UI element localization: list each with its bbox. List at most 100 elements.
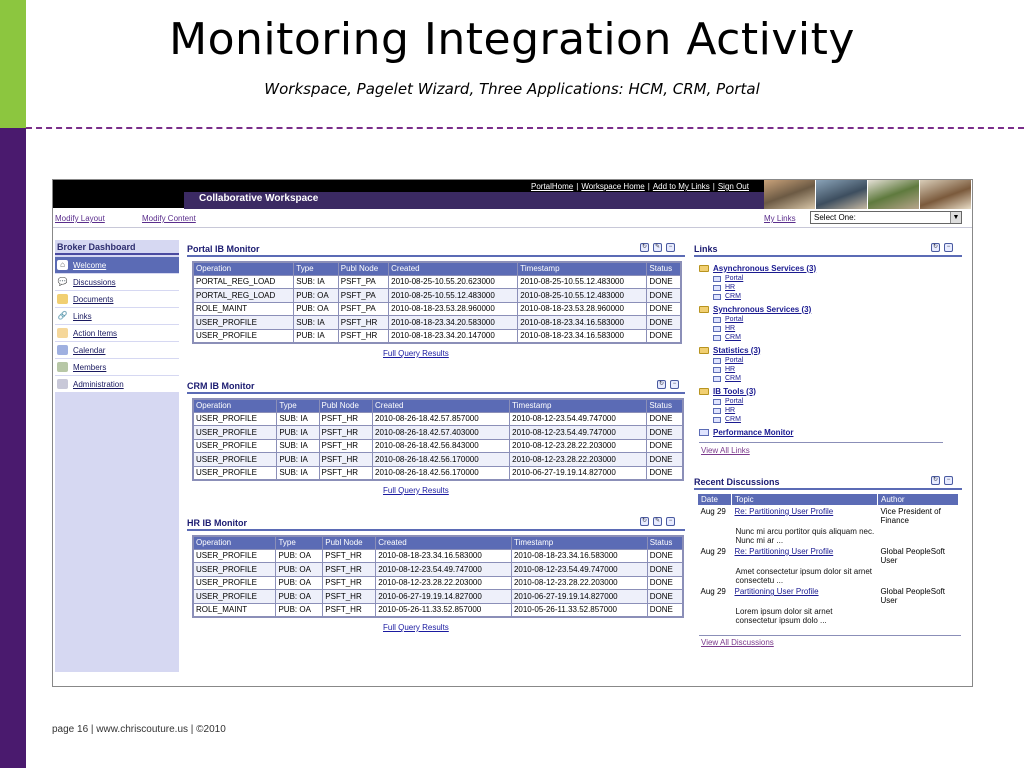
sidebar-item-discussions[interactable]: 💬 Discussions	[55, 274, 179, 291]
edit-icon[interactable]: ✎	[653, 517, 662, 526]
link-item[interactable]: Portal	[699, 356, 959, 365]
col-timestamp: Timestamp	[509, 398, 648, 413]
hr-ib-monitor-title: HR IB Monitor	[187, 518, 247, 528]
cell-created: 2010-05-26-11.33.52.857000	[375, 602, 512, 617]
refresh-icon[interactable]: ↻	[657, 380, 666, 389]
sidebar-item-members[interactable]: Members	[55, 359, 179, 376]
table-row: USER_PROFILE SUB: IA PSFT_HR 2010-08-26-18.…	[192, 465, 684, 480]
table-row: USER_PROFILE SUB: IA PSFT_HR 2010-08-26-18.…	[192, 438, 684, 453]
crm-full-query-link[interactable]: Full Query Results	[383, 486, 449, 495]
view-all-links[interactable]: View All Links	[701, 446, 750, 455]
minimize-icon[interactable]: −	[944, 476, 953, 485]
page-icon	[713, 398, 721, 405]
discussions-table: Date Topic Author Aug 29 Re: Partitionin…	[697, 493, 959, 626]
link-item[interactable]: Portal	[699, 397, 959, 406]
links-group-statistics[interactable]: Statistics (3)	[699, 344, 959, 356]
workspace-home-link[interactable]: Workspace Home	[581, 182, 644, 191]
cell-created: 2010-08-12-23.54.49.747000	[375, 562, 512, 577]
modify-content-link[interactable]: Modify Content	[142, 214, 196, 223]
cell-operation: ROLE_MAINT	[192, 602, 277, 617]
cell-timestamp: 2010-08-25-10.55.12.483000	[517, 288, 648, 303]
minimize-icon[interactable]: −	[670, 380, 679, 389]
my-links-select[interactable]: Select One: ▼	[810, 211, 962, 224]
minimize-icon[interactable]: −	[666, 517, 675, 526]
refresh-icon[interactable]: ↻	[931, 476, 940, 485]
discussion-topic-link[interactable]: Re: Partitioning User Profile	[732, 546, 878, 566]
portal-home-link[interactable]: PortalHome	[531, 182, 573, 191]
link-item[interactable]: CRM	[699, 415, 959, 424]
refresh-icon[interactable]: ↻	[640, 517, 649, 526]
add-to-my-links-link[interactable]: Add to My Links	[653, 182, 710, 191]
chevron-down-icon[interactable]: ▼	[950, 212, 961, 223]
my-links-link[interactable]: My Links	[764, 214, 796, 223]
col-publ-node: Publ Node	[318, 398, 374, 413]
view-all-discussions[interactable]: View All Discussions	[701, 638, 774, 647]
link-item[interactable]: HR	[699, 283, 959, 292]
links-group-label: IB Tools (3)	[713, 386, 756, 396]
cell-publ-node: PSFT_PA	[337, 301, 390, 316]
discussion-topic-link[interactable]: Re: Partitioning User Profile	[732, 506, 878, 527]
folder-icon	[699, 305, 709, 313]
discussions-pagelet-actions: ↻ −	[931, 476, 953, 485]
col-operation: Operation	[192, 535, 277, 550]
discussion-row: Aug 29 Re: Partitioning User Profile Glo…	[698, 546, 959, 566]
refresh-icon[interactable]: ↻	[931, 243, 940, 252]
sign-out-link[interactable]: Sign Out	[718, 182, 749, 191]
refresh-icon[interactable]: ↻	[640, 243, 649, 252]
cell-status: DONE	[646, 328, 682, 343]
links-group-ib-tools[interactable]: IB Tools (3)	[699, 385, 959, 397]
sidebar-item-label: Documents	[73, 294, 114, 304]
cell-created: 2010-08-18-23.53.28.960000	[388, 301, 519, 316]
table-row: USER_PROFILE SUB: IA PSFT_HR 2010-08-26-18.…	[192, 411, 684, 426]
header-photo	[816, 180, 868, 209]
pagelet-rule	[694, 488, 962, 490]
discussion-topic-link[interactable]: Partitioning User Profile	[732, 586, 878, 606]
link-item[interactable]: HR	[699, 324, 959, 333]
portal-full-query-link[interactable]: Full Query Results	[383, 349, 449, 358]
slide-accent-bar-bottom	[0, 128, 26, 768]
col-topic: Topic	[731, 493, 878, 506]
sidebar-item-administration[interactable]: Administration	[55, 376, 179, 393]
modify-layout-link[interactable]: Modify Layout	[55, 214, 105, 223]
sidebar-item-action-items[interactable]: Action Items	[55, 325, 179, 342]
sidebar-item-label: Members	[73, 362, 107, 372]
links-group-async[interactable]: Asynchronous Services (3)	[699, 262, 959, 274]
col-type: Type	[293, 261, 339, 276]
cell-publ-node: PSFT_HR	[318, 465, 374, 480]
link-item[interactable]: CRM	[699, 374, 959, 383]
sidebar-item-welcome[interactable]: ⌂ Welcome	[55, 257, 179, 274]
cell-publ-node: PSFT_HR	[322, 562, 377, 577]
link-item[interactable]: HR	[699, 406, 959, 415]
table-body: USER_PROFILE PUB: OA PSFT_HR 2010-08-18-23.…	[192, 548, 684, 617]
links-group-sync[interactable]: Synchronous Services (3)	[699, 303, 959, 315]
cell-publ-node: PSFT_HR	[318, 438, 374, 453]
cell-type: PUB: OA	[275, 589, 324, 604]
discussion-body-row: Amet consectetur ipsum dolor sit arnet c…	[698, 566, 959, 586]
link-item[interactable]: Portal	[699, 315, 959, 324]
link-item[interactable]: Portal	[699, 274, 959, 283]
hr-full-query-link[interactable]: Full Query Results	[383, 623, 449, 632]
sidebar-item-links[interactable]: 🔗 Links	[55, 308, 179, 325]
link-item[interactable]: CRM	[699, 292, 959, 301]
cell-operation: USER_PROFILE	[192, 465, 278, 480]
folder-icon	[699, 387, 709, 395]
minimize-icon[interactable]: −	[666, 243, 675, 252]
page-icon	[713, 407, 721, 414]
cell-publ-node: PSFT_HR	[318, 452, 374, 467]
performance-monitor-link[interactable]: Performance Monitor	[699, 426, 959, 438]
edit-icon[interactable]: ✎	[653, 243, 662, 252]
link-item[interactable]: CRM	[699, 333, 959, 342]
sidebar-item-calendar[interactable]: Calendar	[55, 342, 179, 359]
sidebar-item-documents[interactable]: Documents	[55, 291, 179, 308]
links-group-label: Synchronous Services (3)	[713, 304, 812, 314]
page-icon	[713, 325, 721, 332]
link-item[interactable]: HR	[699, 365, 959, 374]
table-row: USER_PROFILE PUB: OA PSFT_HR 2010-06-27-19.…	[192, 589, 684, 604]
cell-publ-node: PSFT_HR	[318, 411, 374, 426]
cell-operation: PORTAL_REG_LOAD	[192, 274, 295, 289]
cell-status: DONE	[646, 315, 682, 330]
table-row: USER_PROFILE PUB: OA PSFT_HR 2010-08-12-23.…	[192, 575, 684, 590]
col-publ-node: Publ Node	[337, 261, 390, 276]
minimize-icon[interactable]: −	[944, 243, 953, 252]
pagelet-rule	[694, 255, 962, 257]
